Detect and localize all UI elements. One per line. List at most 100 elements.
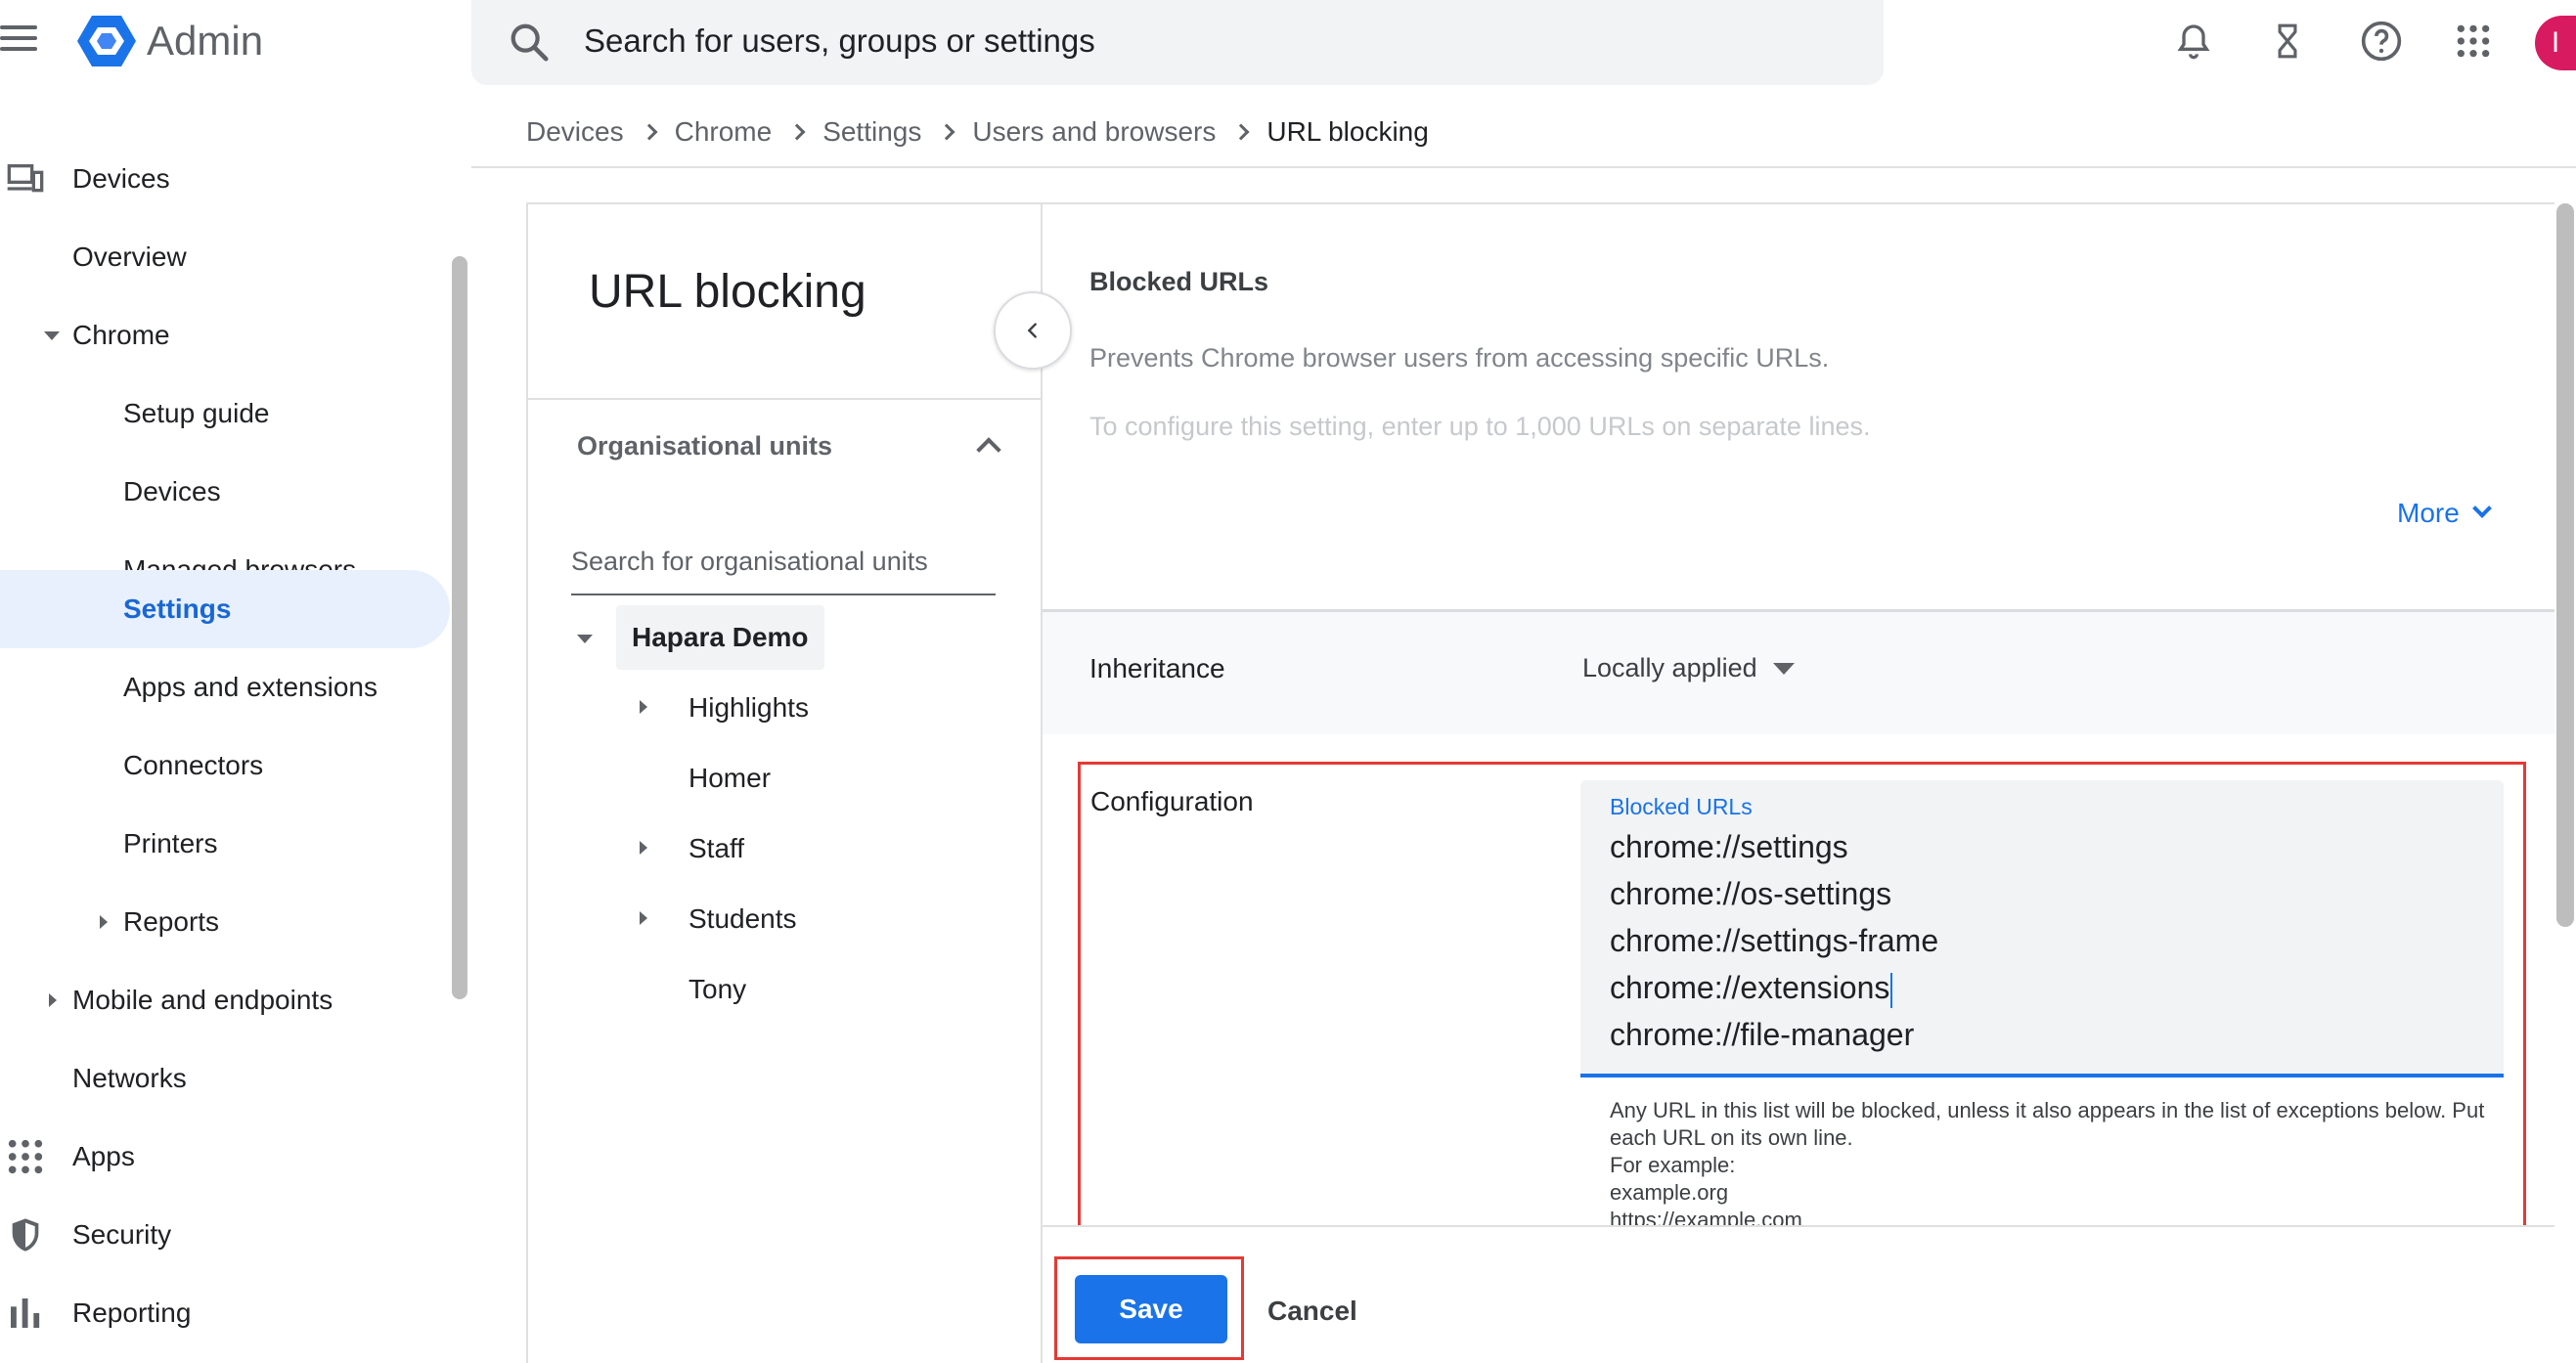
hourglass-icon[interactable] — [2263, 17, 2312, 66]
more-button[interactable]: More — [2397, 498, 2492, 529]
nav-scrollbar[interactable] — [452, 256, 467, 999]
org-unit-panel: URL blocking Organisational units Search… — [526, 202, 1043, 1363]
nav-networks[interactable]: Networks — [0, 1039, 450, 1118]
chevron-right-icon — [788, 123, 806, 141]
apps-grid-icon[interactable] — [2449, 17, 2498, 66]
main-menu-icon[interactable] — [0, 22, 39, 55]
org-unit-item[interactable]: Homer — [688, 746, 771, 811]
nav-setup-guide[interactable]: Setup guide — [0, 374, 450, 453]
inheritance-value: Locally applied — [1582, 653, 1757, 682]
save-button[interactable]: Save — [1075, 1275, 1227, 1343]
chevron-right-icon — [938, 123, 955, 141]
nav-reporting[interactable]: Reporting — [0, 1274, 450, 1352]
action-bar: Save Cancel — [1043, 1225, 2554, 1363]
org-unit-item[interactable]: Tony — [688, 957, 746, 1022]
url-line: chrome://os-settings — [1610, 876, 1892, 911]
nav-overview[interactable]: Overview — [0, 218, 450, 296]
chevron-left-icon — [1027, 323, 1037, 338]
top-bar: Admin Search for users, groups or settin… — [0, 0, 2576, 85]
dropdown-arrow-icon — [1772, 662, 1795, 675]
nav-chrome[interactable]: Chrome — [0, 296, 450, 374]
global-search[interactable]: Search for users, groups or settings — [471, 0, 1884, 85]
configuration-section: Configuration Blocked URLs chrome://sett… — [1078, 762, 2526, 1236]
nav-label: Printers — [123, 828, 218, 858]
breadcrumb-settings[interactable]: Settings — [822, 116, 921, 148]
caret-right-icon[interactable] — [640, 911, 647, 925]
nav-devices[interactable]: Devices — [0, 140, 450, 218]
breadcrumb-users-browsers[interactable]: Users and browsers — [972, 116, 1216, 148]
org-unit-item[interactable]: Highlights — [688, 676, 809, 740]
nav-apps-extensions[interactable]: Apps and extensions — [0, 648, 450, 726]
chevron-right-icon — [1232, 123, 1250, 141]
header-divider — [471, 166, 2576, 168]
chevron-up-icon[interactable] — [976, 437, 1001, 462]
configuration-label: Configuration — [1090, 786, 1254, 816]
helper-line: Any URL in this list will be blocked, un… — [1610, 1098, 2485, 1150]
nav-label: Devices — [72, 163, 170, 194]
breadcrumb: Devices Chrome Settings Users and browse… — [526, 110, 1429, 154]
org-unit-item[interactable]: Students — [688, 887, 797, 951]
nav-label: Devices — [123, 476, 221, 506]
bar-chart-icon — [11, 1298, 40, 1328]
page-title: URL blocking — [589, 266, 866, 318]
textarea-content[interactable]: chrome://settings chrome://os-settings c… — [1610, 823, 1938, 1058]
nav-reports[interactable]: Reports — [0, 883, 450, 961]
help-icon[interactable] — [2357, 17, 2406, 66]
caret-right-icon — [49, 993, 57, 1007]
nav-label: Apps — [72, 1141, 135, 1171]
divider — [528, 398, 1043, 400]
helper-line: For example: — [1610, 1153, 1736, 1177]
setting-description-secondary: To configure this setting, enter up to 1… — [1089, 412, 1871, 441]
breadcrumb-devices[interactable]: Devices — [526, 116, 624, 148]
content-scrollbar[interactable] — [2556, 203, 2574, 927]
blocked-urls-textarea[interactable]: Blocked URLs chrome://settings chrome://… — [1580, 780, 2504, 1077]
setting-detail-panel: Blocked URLs Prevents Chrome browser use… — [1043, 202, 2554, 1363]
url-line: chrome://extensions — [1610, 970, 1890, 1005]
breadcrumb-current: URL blocking — [1266, 116, 1429, 147]
nav-settings[interactable]: Settings — [0, 570, 450, 648]
caret-down-icon[interactable] — [577, 635, 593, 643]
org-unit-root[interactable]: Hapara Demo — [616, 605, 824, 670]
inheritance-row: Inheritance Locally applied — [1043, 609, 2554, 734]
org-unit-item[interactable]: Staff — [688, 816, 744, 881]
org-unit-search-input[interactable]: Search for organisational units — [571, 537, 996, 595]
shield-icon — [12, 1218, 39, 1252]
textarea-label: Blocked URLs — [1610, 794, 1753, 819]
breadcrumb-chrome[interactable]: Chrome — [675, 116, 773, 148]
nav-label: Overview — [72, 242, 187, 272]
inheritance-dropdown[interactable]: Locally applied — [1582, 653, 1795, 683]
caret-down-icon — [44, 331, 60, 340]
save-highlight: Save — [1054, 1256, 1244, 1360]
url-line: chrome://file-manager — [1610, 1017, 1915, 1052]
nav-label: Settings — [123, 594, 232, 624]
app-name[interactable]: Admin — [147, 14, 263, 68]
setting-description: Prevents Chrome browser users from acces… — [1089, 343, 1830, 373]
caret-right-icon[interactable] — [640, 841, 647, 855]
nav-label: Reports — [123, 906, 220, 937]
nav-label: Apps and extensions — [123, 672, 378, 702]
nav-connectors[interactable]: Connectors — [0, 726, 450, 805]
chevron-down-icon — [2471, 499, 2492, 518]
more-label: More — [2397, 498, 2460, 528]
nav-chrome-devices[interactable]: Devices — [0, 453, 450, 531]
admin-logo-icon[interactable] — [76, 14, 137, 68]
nav-printers[interactable]: Printers — [0, 805, 450, 883]
caret-right-icon[interactable] — [640, 700, 647, 714]
nav-security[interactable]: Security — [0, 1196, 450, 1274]
nav-label: Mobile and endpoints — [72, 985, 333, 1015]
org-units-header[interactable]: Organisational units — [577, 431, 832, 462]
nav-mobile-endpoints[interactable]: Mobile and endpoints — [0, 961, 450, 1039]
left-navigation: Devices Overview Chrome Setup guide Devi… — [0, 108, 460, 1363]
helper-line: example.org — [1610, 1180, 1729, 1205]
nav-apps[interactable]: Apps — [0, 1118, 450, 1196]
devices-icon — [7, 164, 44, 193]
helper-text: Any URL in this list will be blocked, un… — [1610, 1097, 2490, 1229]
search-input[interactable]: Search for users, groups or settings — [584, 20, 1095, 63]
cancel-button[interactable]: Cancel — [1267, 1296, 1357, 1327]
avatar[interactable]: I — [2535, 16, 2576, 70]
search-icon — [511, 23, 549, 62]
nav-label: Connectors — [123, 750, 264, 780]
bell-icon[interactable] — [2169, 17, 2218, 66]
url-line: chrome://settings-frame — [1610, 923, 1939, 958]
caret-right-icon — [100, 915, 108, 929]
